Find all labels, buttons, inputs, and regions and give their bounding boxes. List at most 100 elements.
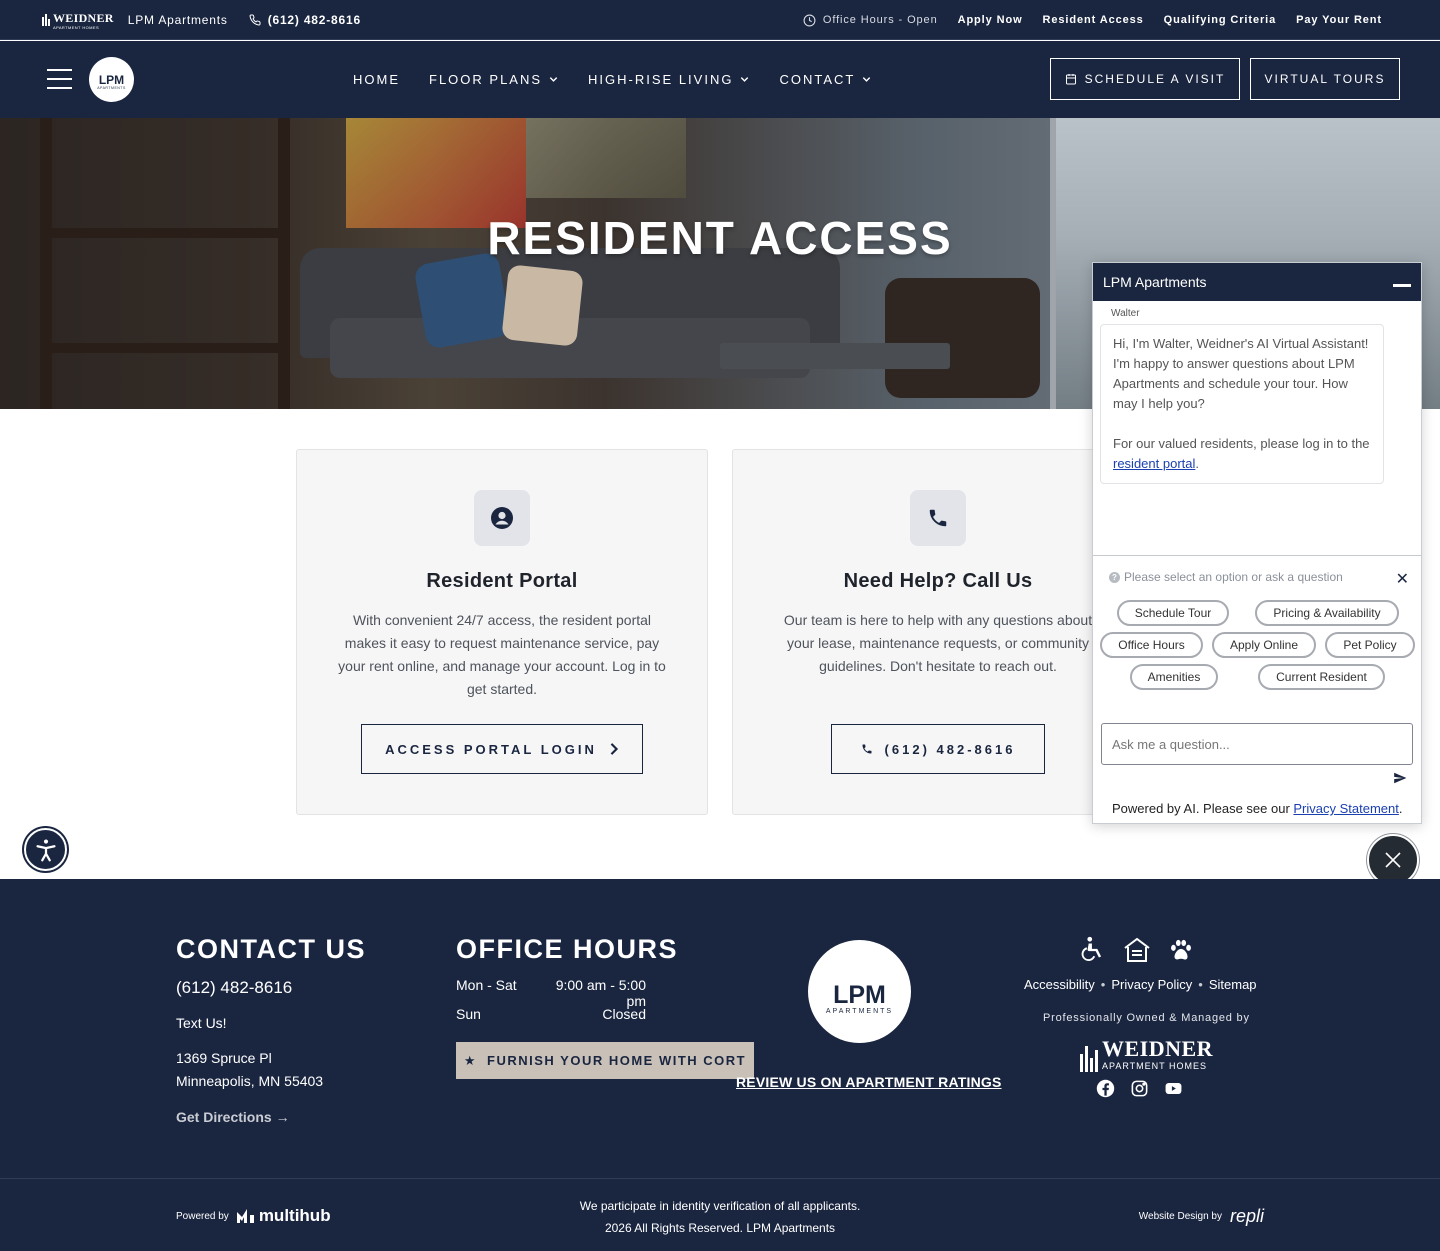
weidner-logo-subtext: APARTMENT HOMES bbox=[53, 24, 100, 30]
repli-logo: repli bbox=[1229, 1206, 1264, 1226]
hero-armchair-image bbox=[885, 278, 1040, 398]
top-utility-bar: WEIDNER APARTMENT HOMES LPM Apartments (… bbox=[0, 0, 1440, 40]
chat-prompt: ? Please select an option or ask a quest… bbox=[1109, 570, 1343, 584]
chevron-down-icon bbox=[863, 77, 871, 82]
hero-pillow-image bbox=[501, 264, 584, 347]
schedule-visit-button[interactable]: SCHEDULE A VISIT bbox=[1050, 58, 1240, 100]
chat-message-bubble: Hi, I'm Walter, Weidner's AI Virtual Ass… bbox=[1100, 324, 1384, 484]
text-us-link[interactable]: Text Us! bbox=[176, 1012, 227, 1035]
nav-item-home[interactable]: HOME bbox=[353, 72, 400, 87]
primary-navigation: HOME FLOOR PLANS HIGH-RISE LIVING CONTAC… bbox=[353, 41, 872, 118]
virtual-tours-button[interactable]: VIRTUAL TOURS bbox=[1250, 58, 1400, 100]
chip-pet-policy[interactable]: Pet Policy bbox=[1325, 632, 1415, 658]
hero-coffee-table-image bbox=[720, 343, 950, 369]
chat-divider bbox=[1093, 555, 1421, 556]
card-title: Need Help? Call Us bbox=[843, 570, 1033, 592]
chip-current-resident[interactable]: Current Resident bbox=[1258, 664, 1385, 690]
chat-disclaimer-text: . bbox=[1398, 801, 1403, 816]
access-portal-login-button[interactable]: ACCESS PORTAL LOGIN bbox=[361, 724, 643, 774]
card-description: With convenient 24/7 access, the residen… bbox=[338, 612, 666, 697]
property-name: LPM Apartments bbox=[127, 13, 228, 27]
call-phone-button[interactable]: (612) 482-8616 bbox=[831, 724, 1045, 774]
button-label: (612) 482-8616 bbox=[884, 741, 1016, 757]
weidner-logo[interactable]: WEIDNER APARTMENT HOMES bbox=[42, 11, 114, 30]
hours-row: Sun Closed bbox=[456, 1006, 646, 1022]
clock-icon bbox=[803, 14, 816, 26]
nav-item-floor-plans[interactable]: FLOOR PLANS bbox=[429, 72, 559, 87]
chevron-down-icon bbox=[741, 77, 749, 82]
hours-day: Sun bbox=[456, 1006, 481, 1022]
weidner-logo-text: WEIDNER bbox=[53, 10, 114, 25]
site-footer: CONTACT US (612) 482-8616 Text Us! 1369 … bbox=[0, 879, 1440, 1251]
social-links bbox=[1096, 1079, 1183, 1103]
close-options-icon[interactable]: ✕ bbox=[1396, 569, 1409, 589]
logo-subtext: APARTMENTS bbox=[825, 1008, 894, 1015]
help-icon: ? bbox=[1109, 571, 1120, 583]
schedule-visit-label: SCHEDULE A VISIT bbox=[1084, 72, 1226, 86]
hamburger-menu-icon[interactable] bbox=[47, 69, 72, 89]
pay-your-rent-link[interactable]: Pay Your Rent bbox=[1296, 14, 1382, 26]
card-icon-box bbox=[474, 490, 530, 546]
review-apartment-ratings-link[interactable]: REVIEW US ON APARTMENT RATINGS bbox=[736, 1074, 1002, 1090]
equal-housing-icon bbox=[1124, 937, 1150, 962]
accessibility-widget-button[interactable] bbox=[24, 828, 67, 871]
chip-office-hours[interactable]: Office Hours bbox=[1100, 632, 1203, 658]
chat-question-input[interactable] bbox=[1101, 723, 1413, 765]
logo-text: LPM bbox=[833, 981, 886, 1009]
lpm-logo[interactable]: LPM APARTMENTS bbox=[89, 57, 134, 102]
sitemap-link[interactable]: Sitemap bbox=[1209, 977, 1257, 992]
chip-amenities[interactable]: Amenities bbox=[1130, 664, 1218, 690]
apply-now-link[interactable]: Apply Now bbox=[958, 14, 1023, 26]
footer-divider bbox=[0, 1178, 1440, 1179]
hero-poster-image bbox=[526, 118, 686, 198]
star-icon: ★ bbox=[463, 1052, 478, 1068]
nav-item-contact[interactable]: CONTACT bbox=[779, 72, 872, 87]
chat-message-text: . bbox=[1195, 456, 1200, 471]
resident-access-link[interactable]: Resident Access bbox=[1043, 14, 1144, 26]
calendar-icon bbox=[1065, 74, 1076, 85]
accessibility-link[interactable]: Accessibility bbox=[1024, 977, 1095, 992]
send-icon[interactable] bbox=[1393, 771, 1407, 790]
weidner-logo-mark bbox=[42, 14, 50, 26]
chip-pricing-availability[interactable]: Pricing & Availability bbox=[1255, 600, 1399, 626]
chip-apply-online[interactable]: Apply Online bbox=[1212, 632, 1316, 658]
minimize-icon[interactable] bbox=[1393, 283, 1411, 287]
hours-row: Mon - Sat 9:00 am - 5:00 pm bbox=[456, 977, 646, 1009]
link-separator: • bbox=[1198, 977, 1203, 992]
facebook-icon[interactable] bbox=[1096, 1079, 1115, 1103]
phone-icon bbox=[249, 14, 261, 26]
topbar-phone-link[interactable]: (612) 482-8616 bbox=[249, 13, 361, 27]
main-navbar: LPM APARTMENTS HOME FLOOR PLANS HIGH-RIS… bbox=[0, 41, 1440, 118]
weidner-logo-text: WEIDNER bbox=[1102, 1036, 1214, 1061]
get-directions-link[interactable]: Get Directions → bbox=[176, 1106, 290, 1129]
office-hours-text: Office Hours - Open bbox=[822, 14, 938, 26]
logo-subtext: APARTMENTS bbox=[97, 85, 126, 90]
chat-disclaimer: Powered by AI. Please see our Privacy St… bbox=[1112, 801, 1403, 816]
chevron-down-icon bbox=[549, 77, 558, 82]
button-label: ACCESS PORTAL LOGIN bbox=[385, 741, 597, 757]
chat-header: LPM Apartments bbox=[1093, 263, 1421, 301]
privacy-statement-link[interactable]: Privacy Statement bbox=[1293, 801, 1399, 816]
hours-day: Mon - Sat bbox=[456, 977, 517, 993]
weidner-logo-mark bbox=[1080, 1046, 1098, 1072]
chip-schedule-tour[interactable]: Schedule Tour bbox=[1117, 600, 1229, 626]
footer-lpm-logo[interactable]: LPM APARTMENTS bbox=[808, 940, 911, 1043]
furnish-with-cort-button[interactable]: ★ FURNISH YOUR HOME WITH CORT bbox=[456, 1042, 754, 1079]
weidner-footer-logo[interactable]: WEIDNER APARTMENT HOMES bbox=[1080, 1036, 1214, 1072]
contact-heading: CONTACT US bbox=[176, 934, 366, 964]
instagram-icon[interactable] bbox=[1130, 1079, 1149, 1103]
privacy-policy-link[interactable]: Privacy Policy bbox=[1111, 977, 1192, 992]
weidner-logo-subtext: APARTMENT HOMES bbox=[1102, 1061, 1208, 1071]
footer-phone-link[interactable]: (612) 482-8616 bbox=[176, 976, 292, 999]
youtube-icon[interactable] bbox=[1164, 1079, 1183, 1103]
nav-item-label: HIGH-RISE LIVING bbox=[588, 72, 734, 87]
nav-item-high-rise-living[interactable]: HIGH-RISE LIVING bbox=[588, 72, 750, 87]
resident-portal-link[interactable]: resident portal bbox=[1113, 456, 1195, 471]
chat-sender-name: Walter bbox=[1111, 308, 1140, 319]
chevron-right-icon bbox=[610, 743, 618, 755]
call-us-card: Need Help? Call Us Our team is here to h… bbox=[732, 449, 1144, 815]
chat-disclaimer-text: Powered by AI. Please see our bbox=[1112, 801, 1294, 816]
phone-icon bbox=[862, 744, 872, 754]
website-design-by-repli[interactable]: Website Design by repli bbox=[1139, 1206, 1264, 1227]
qualifying-criteria-link[interactable]: Qualifying Criteria bbox=[1164, 14, 1276, 26]
